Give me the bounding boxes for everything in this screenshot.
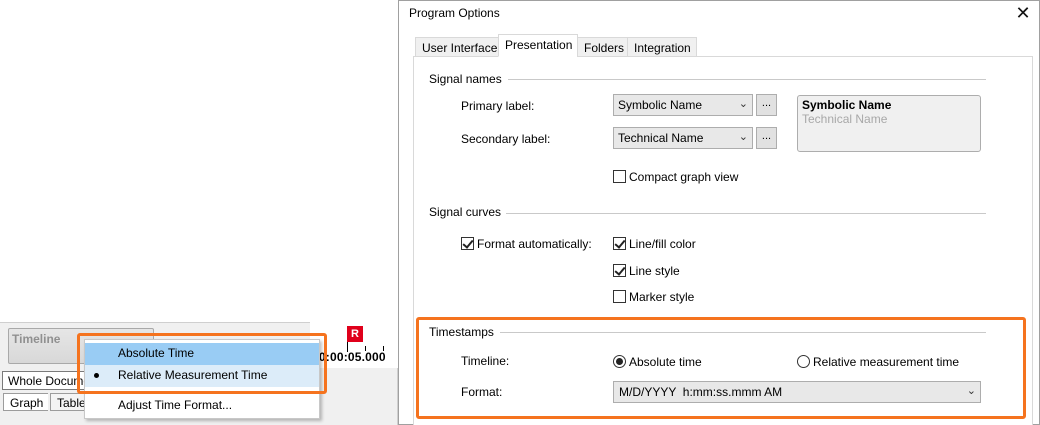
- secondary-label-value: Technical Name: [618, 131, 704, 145]
- primary-label-combo[interactable]: Symbolic Name ⌄: [613, 94, 753, 116]
- highlight-frame-menu: [77, 333, 327, 394]
- signal-name-preview: Symbolic Name Technical Name: [797, 95, 981, 152]
- dialog-title: Program Options: [409, 6, 500, 20]
- format-automatically-checkbox[interactable]: [461, 237, 474, 250]
- marker-style-checkbox[interactable]: [613, 290, 626, 303]
- line-style-label: Line style: [629, 264, 680, 278]
- highlight-frame-timestamps: [416, 317, 1026, 419]
- preview-primary-name: Symbolic Name: [802, 98, 892, 112]
- group-heading-signal-curves: Signal curves: [429, 205, 502, 219]
- secondary-label-caption: Secondary label:: [461, 132, 551, 146]
- timeline-header-label: Timeline: [12, 332, 61, 346]
- primary-label-caption: Primary label:: [461, 99, 535, 113]
- marker-style-label: Marker style: [629, 290, 695, 304]
- tab-folders[interactable]: Folders: [577, 37, 631, 57]
- group-heading-signal-names: Signal names: [429, 72, 502, 86]
- menu-item-adjust-time-format[interactable]: Adjust Time Format...: [85, 395, 319, 417]
- primary-label-browse-button[interactable]: ...: [756, 94, 777, 116]
- line-style-checkbox[interactable]: [613, 264, 626, 277]
- tab-user-interface[interactable]: User Interface: [415, 37, 504, 57]
- close-icon[interactable]: ✕: [1012, 3, 1034, 23]
- tab-integration[interactable]: Integration: [627, 37, 697, 57]
- chevron-down-icon: ⌄: [738, 98, 748, 110]
- group-divider: [508, 79, 986, 80]
- sheet-tab-graph[interactable]: Graph: [3, 393, 49, 411]
- preview-secondary-name: Technical Name: [802, 112, 888, 126]
- primary-label-value: Symbolic Name: [618, 98, 703, 112]
- compact-graph-view-checkbox[interactable]: [613, 170, 626, 183]
- format-automatically-label: Format automatically:: [477, 237, 592, 251]
- secondary-label-browse-button[interactable]: ...: [756, 127, 777, 149]
- tab-presentation[interactable]: Presentation: [498, 34, 579, 57]
- compact-graph-view-label: Compact graph view: [629, 170, 739, 184]
- line-fill-color-checkbox[interactable]: [613, 237, 626, 250]
- group-divider: [506, 213, 986, 214]
- chevron-down-icon: ⌄: [738, 131, 748, 143]
- line-fill-color-label: Line/fill color: [629, 237, 696, 251]
- secondary-label-combo[interactable]: Technical Name ⌄: [613, 127, 753, 149]
- reference-marker-icon[interactable]: R: [347, 326, 363, 342]
